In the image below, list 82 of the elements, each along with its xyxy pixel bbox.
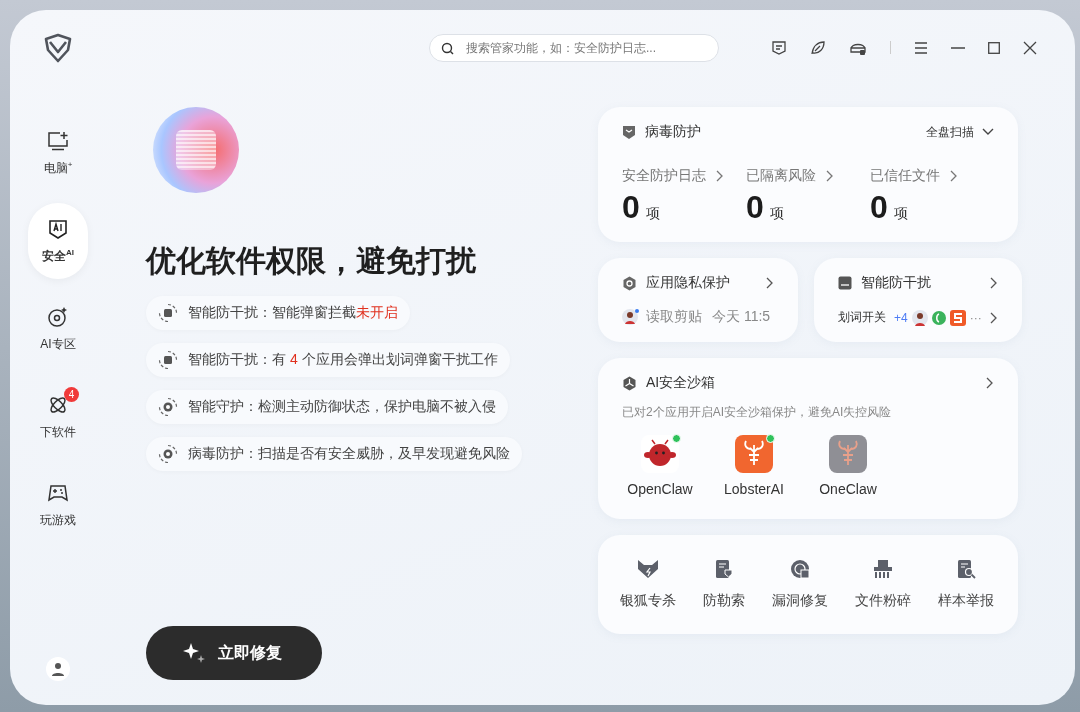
sandbox-app[interactable]: OneClaw <box>810 435 886 497</box>
search-field[interactable]: 搜索管家功能，如：安全防护日志... <box>429 33 719 62</box>
anti-disturb-card[interactable]: 智能防干扰 划词开关 +4 ··· <box>814 258 1022 342</box>
user-avatar-icon[interactable] <box>46 657 70 681</box>
close-icon[interactable] <box>1023 40 1037 55</box>
shield-icon <box>622 124 636 140</box>
radar-icon <box>790 559 810 579</box>
stat-unit: 项 <box>893 205 908 223</box>
tip-text: 智能防干扰：智能弹窗拦截未开启 <box>188 304 398 322</box>
feedback-icon[interactable] <box>771 39 787 56</box>
tip-text: 病毒防护：扫描是否有安全威胁，及早发现避免风险 <box>188 445 510 463</box>
tool-item[interactable]: 文件粉碎 <box>855 559 911 610</box>
tip-text: 智能防干扰：有 4 个应用会弹出划词弹窗干扰工作 <box>188 351 498 369</box>
card-title: AI安全沙箱 <box>646 374 716 392</box>
switch-label: 划词开关 <box>838 309 887 326</box>
maximize-icon[interactable] <box>988 41 1000 54</box>
tool-item[interactable]: 防勒索 <box>703 559 745 610</box>
tool-item[interactable]: 银狐专杀 <box>620 559 676 610</box>
stat-unit: 项 <box>645 205 660 223</box>
sidebar-item[interactable]: AI专区 <box>28 291 88 367</box>
sandbox-app[interactable]: OpenClaw <box>622 435 698 497</box>
chevron-right-icon <box>766 277 775 289</box>
stat-value: 0 <box>622 189 640 226</box>
chevron-right-icon <box>716 170 724 182</box>
target-scan-icon <box>158 444 178 464</box>
notification-badge: 4 <box>64 386 79 402</box>
sidebar-item[interactable]: 安全$^{AI}$ <box>28 203 88 279</box>
sidebar-item[interactable]: 电脑$^{+}$ <box>28 115 88 191</box>
target-scan-icon <box>158 397 178 417</box>
sidebar-item[interactable]: 4 下软件 <box>28 379 88 455</box>
sparkle-icon <box>182 642 206 664</box>
headline: 优化软件权限，避免打扰 <box>146 243 476 279</box>
cube-icon <box>622 375 637 391</box>
user-avatar-icon <box>622 308 640 326</box>
document-shield-icon <box>714 559 734 579</box>
shredder-icon <box>873 559 893 579</box>
full-scan-dropdown[interactable]: 全盘扫描 <box>926 123 994 141</box>
stat-unit: 项 <box>769 205 784 223</box>
monitor-plus-icon <box>47 129 69 152</box>
sandbox-description: 已对2个应用开启AI安全沙箱保护，避免AI失控风险 <box>622 404 893 421</box>
chevron-right-icon <box>950 170 958 182</box>
document-search-icon <box>956 559 976 579</box>
stat-link[interactable]: 已隔离风险 <box>746 167 870 185</box>
tip-text: 智能守护：检测主动防御状态，保护电脑不被入侵 <box>188 398 496 416</box>
stat-value: 0 <box>746 189 764 226</box>
window-icon <box>838 276 853 290</box>
ai-shield-icon <box>47 217 69 240</box>
circle-app-icon <box>931 310 946 325</box>
stat-value: 0 <box>870 189 888 226</box>
chevron-right-icon <box>989 311 998 324</box>
lobster-app-icon <box>735 435 773 473</box>
window-scan-icon <box>158 350 178 370</box>
event-text: 读取剪贴 <box>646 308 702 326</box>
chevron-right-icon[interactable] <box>986 377 994 389</box>
shield-logo-icon <box>42 31 74 64</box>
card-title: 病毒防护 <box>645 123 701 141</box>
stat-link[interactable]: 安全防护日志 <box>622 167 746 185</box>
s-app-icon <box>949 309 966 326</box>
chevron-down-icon <box>982 128 994 136</box>
user-avatar-icon <box>911 309 928 326</box>
sandbox-app[interactable]: LobsterAI <box>716 435 792 497</box>
extra-count: +4 <box>894 310 908 325</box>
privacy-protection-card[interactable]: 应用隐私保护 读取剪贴 今天 11:5 <box>598 258 799 342</box>
lobster-app-icon <box>829 435 867 473</box>
minimize-icon[interactable] <box>951 46 965 49</box>
hexagon-icon <box>622 275 637 291</box>
window-scan-icon <box>158 303 178 323</box>
tool-item[interactable]: 样本举报 <box>938 559 994 610</box>
leaf-icon[interactable] <box>810 39 826 56</box>
fox-icon <box>637 559 659 579</box>
chevron-right-icon <box>989 277 998 289</box>
card-title: 智能防干扰 <box>861 274 932 292</box>
tool-item[interactable]: 漏洞修复 <box>772 559 828 610</box>
fix-now-button[interactable]: 立即修复 <box>146 626 322 680</box>
menu-icon[interactable] <box>914 41 928 54</box>
card-title: 应用隐私保护 <box>646 274 730 292</box>
sidebar-item[interactable]: 玩游戏 <box>28 467 88 543</box>
more-text: ··· <box>969 310 982 325</box>
event-time: 今天 11:5 <box>712 308 771 326</box>
stat-link[interactable]: 已信任文件 <box>870 167 994 185</box>
chevron-right-icon <box>826 170 834 182</box>
disc-sparkle-icon <box>47 305 69 328</box>
